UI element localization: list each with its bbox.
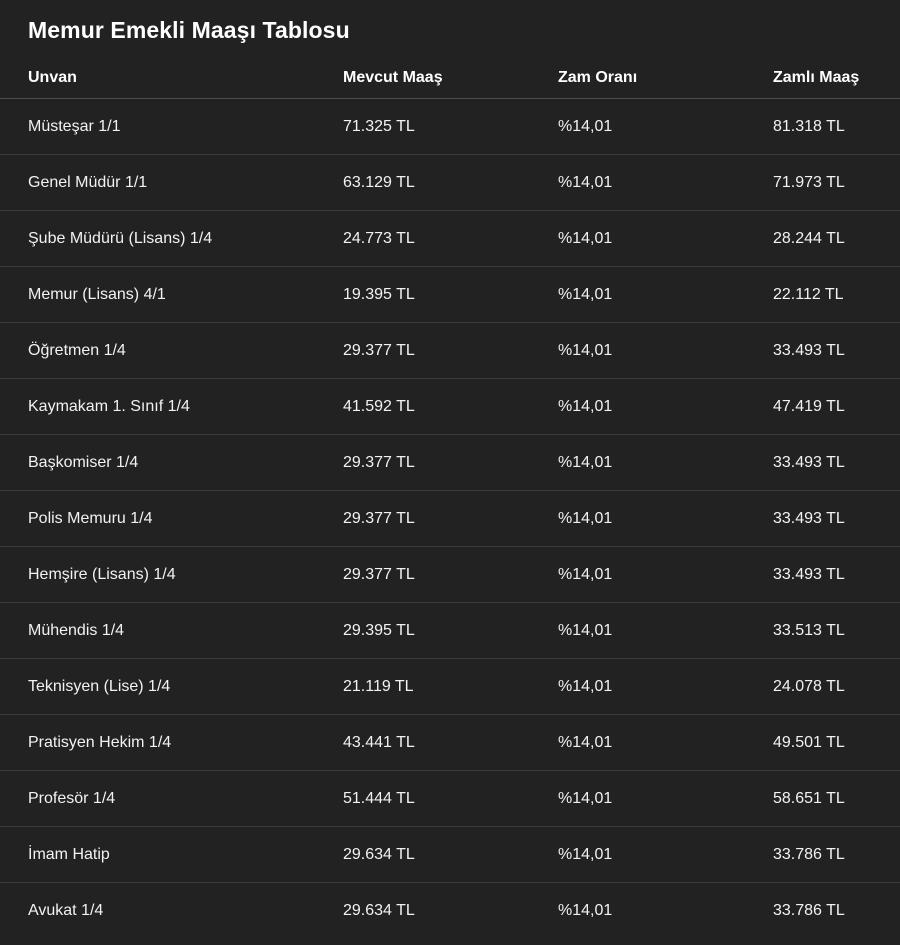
zam-orani-cell: %14,01 [558,286,613,303]
mevcut-maas-cell: 29.395 TL [343,622,415,639]
zamli-maas-cell: 28.244 TL [773,230,845,247]
table-row: Polis Memuru 1/4 29.377 TL %14,01 33.493 TL [0,491,900,547]
unvan-cell: Pratisyen Hekim 1/4 [28,734,172,751]
table-row: Genel Müdür 1/1 63.129 TL %14,01 71.973 TL [0,155,900,211]
mevcut-maas-cell: 24.773 TL [343,230,415,247]
unvan-cell: Hemşire (Lisans) 1/4 [28,566,176,583]
zamli-maas-cell: 49.501 TL [773,734,845,751]
zamli-maas-cell: 33.493 TL [773,454,845,471]
table-row: Memur (Lisans) 4/1 19.395 TL %14,01 22.112 … [0,267,900,323]
zamli-maas-cell: 47.419 TL [773,398,845,415]
unvan-cell: Müsteşar 1/1 [28,118,121,135]
mevcut-maas-cell: 41.592 TL [343,398,415,415]
unvan-cell: Öğretmen 1/4 [28,342,126,359]
zam-orani-cell: %14,01 [558,734,613,751]
table-row: Şube Müdürü (Lisans) 1/4 24.773 TL %14,01 2… [0,211,900,267]
zamli-maas-cell: 81.318 TL [773,118,845,135]
unvan-cell: Başkomiser 1/4 [28,454,139,471]
zam-orani-cell: %14,01 [558,118,613,135]
header-mevcut-maas: Mevcut Maaş [343,69,443,86]
mevcut-maas-cell: 29.377 TL [343,342,415,359]
unvan-cell: Şube Müdürü (Lisans) 1/4 [28,230,213,247]
unvan-cell: Mühendis 1/4 [28,622,125,639]
zam-orani-cell: %14,01 [558,398,613,415]
mevcut-maas-cell: 29.634 TL [343,902,415,919]
zam-orani-cell: %14,01 [558,230,613,247]
unvan-cell: Kaymakam 1. Sınıf 1/4 [28,398,190,415]
zamli-maas-cell: 33.513 TL [773,622,845,639]
table-row: Başkomiser 1/4 29.377 TL %14,01 33.493 TL [0,435,900,491]
mevcut-maas-cell: 29.377 TL [343,566,415,583]
header-zamli-maas: Zamlı Maaş [773,69,860,86]
page-title: Memur Emekli Maaşı Tablosu [28,17,350,43]
mevcut-maas-cell: 63.129 TL [343,174,415,191]
zam-orani-cell: %14,01 [558,174,613,191]
zamli-maas-cell: 33.786 TL [773,902,845,919]
header-zam-orani: Zam Oranı [558,69,638,86]
zam-orani-cell: %14,01 [558,622,613,639]
zam-orani-cell: %14,01 [558,342,613,359]
table-row: İmam Hatip 29.634 TL %14,01 33.786 TL [0,827,900,883]
zamli-maas-cell: 24.078 TL [773,678,845,695]
zam-orani-cell: %14,01 [558,510,613,527]
zam-orani-cell: %14,01 [558,678,613,695]
unvan-cell: İmam Hatip [28,846,110,863]
zamli-maas-cell: 22.112 TL [773,286,844,303]
zamli-maas-cell: 33.493 TL [773,342,845,359]
table-row: Pratisyen Hekim 1/4 43.441 TL %14,01 49.501… [0,715,900,771]
mevcut-maas-cell: 71.325 TL [343,118,415,135]
zam-orani-cell: %14,01 [558,790,613,807]
table-row: Profesör 1/4 51.444 TL %14,01 58.651 TL [0,771,900,827]
zamli-maas-cell: 71.973 TL [773,174,845,191]
zamli-maas-cell: 33.493 TL [773,566,845,583]
zam-orani-cell: %14,01 [558,846,613,863]
mevcut-maas-cell: 29.634 TL [343,846,415,863]
unvan-cell: Genel Müdür 1/1 [28,174,148,191]
zamli-maas-cell: 58.651 TL [773,790,845,807]
zamli-maas-cell: 33.786 TL [773,846,845,863]
zam-orani-cell: %14,01 [558,454,613,471]
table-row: Müsteşar 1/1 71.325 TL %14,01 81.318 TL [0,99,900,155]
table-row: Öğretmen 1/4 29.377 TL %14,01 33.493 TL [0,323,900,379]
zamli-maas-cell: 33.493 TL [773,510,845,527]
unvan-cell: Polis Memuru 1/4 [28,510,153,527]
table-body: Müsteşar 1/1 71.325 TL %14,01 81.318 TL Gene… [0,99,900,938]
mevcut-maas-cell: 51.444 TL [343,790,415,807]
table-row: Avukat 1/4 29.634 TL %14,01 33.786 TL [0,883,900,938]
mevcut-maas-cell: 29.377 TL [343,454,415,471]
header-unvan: Unvan [28,69,77,86]
unvan-cell: Profesör 1/4 [28,790,116,807]
mevcut-maas-cell: 43.441 TL [343,734,415,751]
mevcut-maas-cell: 21.119 TL [343,678,414,695]
unvan-cell: Avukat 1/4 [28,902,104,919]
table-row: Kaymakam 1. Sınıf 1/4 41.592 TL %14,01 47.4… [0,379,900,435]
salary-table-panel: Memur Emekli Maaşı Tablosu Unvan Mevcut … [0,0,900,945]
table-row: Hemşire (Lisans) 1/4 29.377 TL %14,01 33.49… [0,547,900,603]
unvan-cell: Memur (Lisans) 4/1 [28,286,166,303]
mevcut-maas-cell: 29.377 TL [343,510,415,527]
table-row: Mühendis 1/4 29.395 TL %14,01 33.513 TL [0,603,900,659]
mevcut-maas-cell: 19.395 TL [343,286,415,303]
zam-orani-cell: %14,01 [558,902,613,919]
table-header: Unvan Mevcut Maaş Zam Oranı Zamlı Maaş [0,60,900,99]
table-row: Teknisyen (Lise) 1/4 21.119 TL %14,01 24.07… [0,659,900,715]
zam-orani-cell: %14,01 [558,566,613,583]
unvan-cell: Teknisyen (Lise) 1/4 [28,678,171,695]
